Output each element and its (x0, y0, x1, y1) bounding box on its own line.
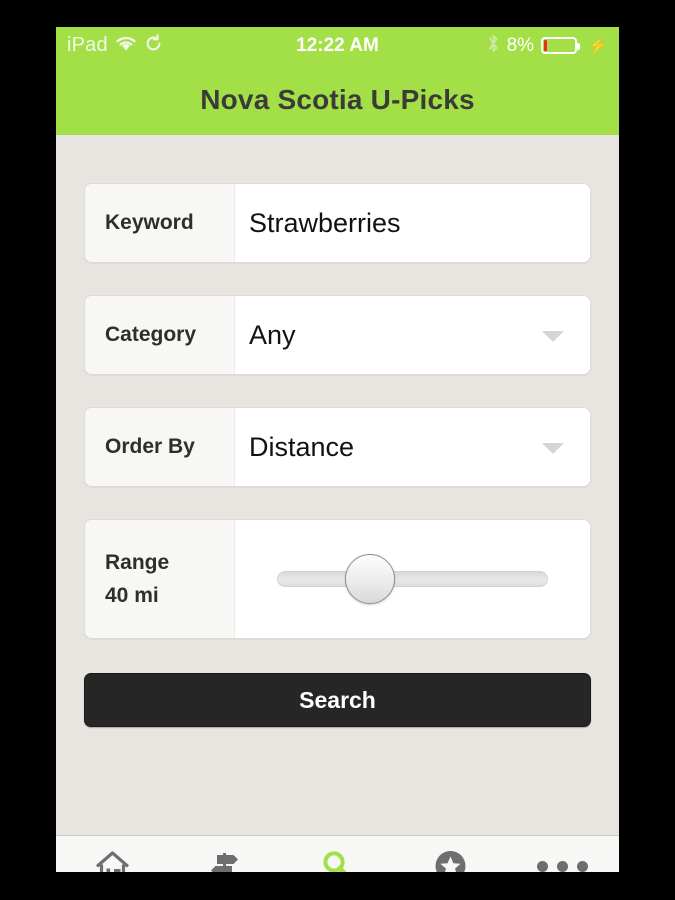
battery-icon (541, 37, 581, 54)
device-frame: iPad 12:22 AM 8% ⚡ Nova Scotia U-Picks K… (0, 0, 675, 900)
category-select[interactable]: Any (235, 296, 590, 374)
keyword-label: Keyword (85, 184, 235, 262)
app-title-bar: Nova Scotia U-Picks (56, 64, 619, 135)
keyword-field-row[interactable]: Keyword Strawberries (84, 183, 591, 263)
order-by-label: Order By (85, 408, 235, 486)
ellipsis-icon (537, 847, 589, 872)
range-field-row[interactable]: Range 40 mi (84, 519, 591, 639)
range-slider-track[interactable] (277, 571, 548, 587)
magnifier-icon (319, 847, 356, 872)
category-field-row[interactable]: Category Any (84, 295, 591, 375)
app-screen: iPad 12:22 AM 8% ⚡ Nova Scotia U-Picks K… (56, 27, 619, 872)
category-label: Category (85, 296, 235, 374)
keyword-input[interactable]: Strawberries (235, 184, 590, 262)
signpost-icon (206, 847, 243, 872)
tab-farms[interactable]: Farms (169, 836, 282, 872)
tab-more[interactable]: more (506, 836, 619, 872)
charging-bolt-icon: ⚡ (588, 37, 608, 55)
status-bar: iPad 12:22 AM 8% ⚡ (56, 27, 619, 64)
search-button[interactable]: Search (84, 673, 591, 727)
range-label-group: Range 40 mi (85, 520, 235, 638)
status-bar-right: 8% ⚡ (487, 27, 608, 64)
star-circle-icon (432, 847, 469, 872)
search-form: Keyword Strawberries Category Any Order … (56, 183, 619, 835)
order-by-field-row[interactable]: Order By Distance (84, 407, 591, 487)
range-label: Range (105, 550, 170, 574)
range-slider[interactable] (235, 520, 590, 638)
tab-bar: Home Farms (56, 835, 619, 872)
page-title: Nova Scotia U-Picks (200, 83, 475, 115)
house-icon (94, 847, 131, 872)
order-by-select[interactable]: Distance (235, 408, 590, 486)
tab-favourites[interactable]: Favourites (394, 836, 507, 872)
tab-home[interactable]: Home (56, 836, 169, 872)
battery-percent-label: 8% (506, 34, 535, 56)
range-slider-thumb[interactable] (344, 554, 395, 604)
chevron-down-icon (542, 443, 564, 454)
bluetooth-icon (487, 33, 500, 59)
tab-search[interactable]: Search (281, 836, 394, 872)
chevron-down-icon (542, 331, 564, 342)
range-value-label: 40 mi (105, 583, 159, 607)
